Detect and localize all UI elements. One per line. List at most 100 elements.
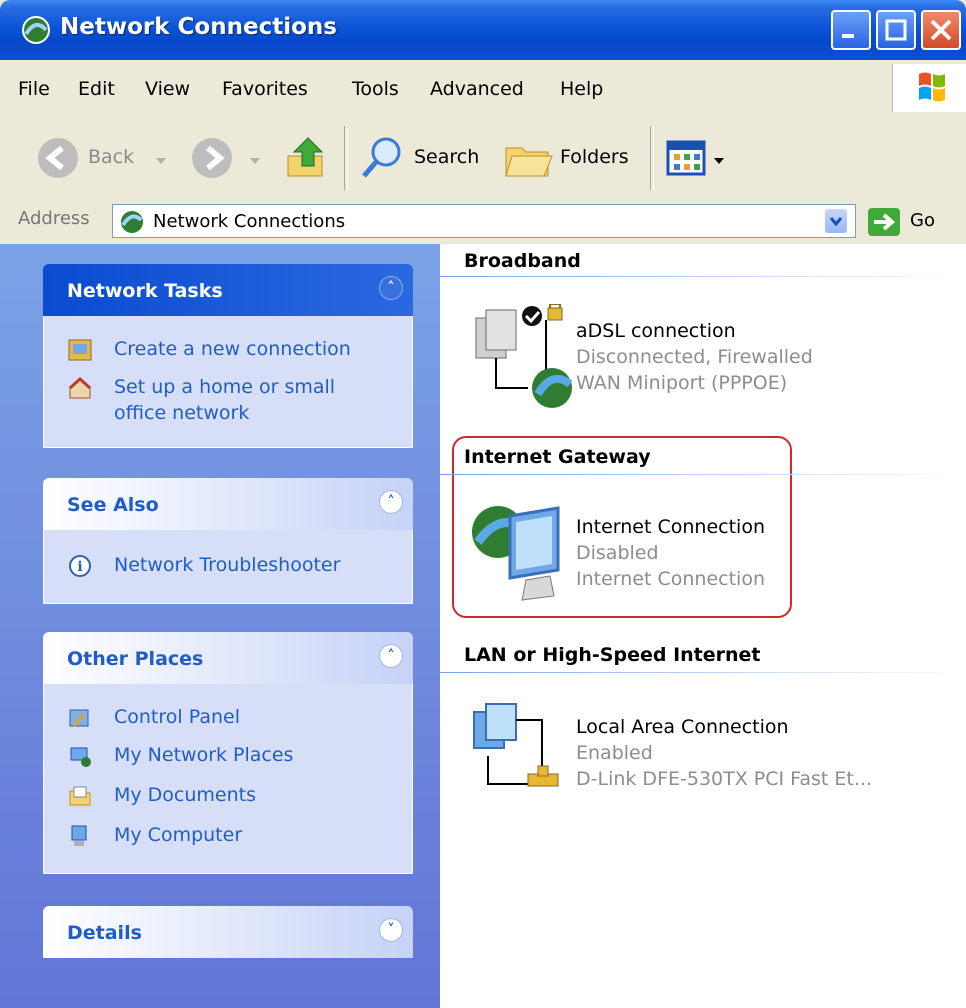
address-value: Network Connections bbox=[153, 211, 346, 232]
go-arrow-icon bbox=[868, 208, 900, 236]
lan-connection-icon bbox=[473, 703, 559, 787]
forward-button[interactable] bbox=[186, 130, 270, 188]
search-label: Search bbox=[414, 146, 480, 168]
connection-device: D-Link DFE-530TX PCI Fast Et... bbox=[576, 768, 872, 790]
forward-arrow-icon bbox=[192, 138, 232, 178]
views-dropdown-icon bbox=[714, 158, 724, 164]
control-panel-icon bbox=[69, 709, 89, 727]
group-broadband: Broadband bbox=[464, 250, 581, 272]
folders-icon bbox=[505, 147, 553, 177]
minimize-icon bbox=[842, 34, 854, 38]
adsl-connection-item[interactable]: aDSL connection Disconnected, Firewalled… bbox=[460, 304, 940, 414]
back-dropdown-icon bbox=[156, 158, 166, 164]
back-label: Back bbox=[88, 146, 135, 168]
network-connections-icon bbox=[121, 211, 143, 233]
collapse-icon[interactable]: ˄ bbox=[379, 644, 403, 668]
menu-edit[interactable]: Edit bbox=[78, 78, 115, 100]
address-bar: Address Network Connections Go bbox=[0, 200, 966, 244]
content-area: Network Tasks ˄ Create a new connection bbox=[0, 244, 966, 1008]
home-network-icon bbox=[68, 376, 92, 399]
group-divider bbox=[440, 672, 966, 673]
folders-label: Folders bbox=[560, 146, 629, 168]
group-internet-gateway: Internet Gateway bbox=[464, 446, 651, 468]
views-icon bbox=[666, 140, 706, 176]
maximize-button[interactable] bbox=[876, 10, 916, 50]
see-also-body: i Network Troubleshooter bbox=[43, 530, 413, 604]
other-places-header[interactable]: Other Places ˄ bbox=[43, 632, 413, 684]
search-icon bbox=[362, 137, 401, 178]
my-documents-icon bbox=[69, 786, 91, 806]
close-icon bbox=[930, 19, 952, 41]
menu-advanced[interactable]: Advanced bbox=[430, 78, 524, 100]
other-places-body: Control Panel My Network Places My Docum… bbox=[43, 684, 413, 874]
group-lan: LAN or High-Speed Internet bbox=[464, 644, 761, 666]
views-button[interactable] bbox=[662, 130, 742, 188]
network-connections-icon bbox=[22, 16, 50, 44]
maximize-icon bbox=[885, 19, 907, 41]
menu-tools[interactable]: Tools bbox=[352, 78, 399, 100]
up-folder-button[interactable] bbox=[280, 130, 334, 188]
minimize-button[interactable] bbox=[831, 10, 871, 50]
svg-text:i: i bbox=[77, 559, 82, 575]
collapse-icon[interactable]: ˄ bbox=[379, 276, 403, 300]
menu-bar: File Edit View Favorites Tools Advanced … bbox=[0, 60, 966, 119]
toolbar-separator bbox=[650, 126, 654, 190]
expand-icon[interactable]: ˅ bbox=[379, 918, 403, 942]
back-arrow-icon bbox=[38, 138, 78, 178]
panel-title: Details bbox=[67, 922, 142, 944]
menu-favorites[interactable]: Favorites bbox=[222, 78, 308, 100]
folders-button[interactable]: Folders bbox=[500, 130, 640, 188]
internet-connection-item[interactable]: Internet Connection Disabled Internet Co… bbox=[460, 500, 940, 610]
network-places-icon bbox=[70, 747, 91, 767]
connection-status: Disabled bbox=[576, 542, 659, 564]
see-also-panel: See Also ˄ i Network Troubleshooter bbox=[43, 478, 413, 604]
help-info-icon: i bbox=[69, 555, 91, 577]
task-pane: Network Tasks ˄ Create a new connection bbox=[0, 244, 440, 1008]
windows-flag-icon bbox=[919, 72, 945, 102]
details-panel: Details ˅ bbox=[43, 906, 413, 958]
window-title: Network Connections bbox=[60, 14, 337, 40]
my-computer-icon bbox=[71, 825, 87, 846]
network-connections-window: Network Connections File Edit View Favor… bbox=[0, 0, 966, 1008]
close-button[interactable] bbox=[921, 10, 961, 50]
menu-help[interactable]: Help bbox=[560, 78, 603, 100]
group-divider bbox=[440, 276, 966, 277]
menu-file[interactable]: File bbox=[18, 78, 50, 100]
connection-status: Enabled bbox=[576, 742, 653, 764]
connection-name: Local Area Connection bbox=[576, 716, 789, 738]
network-tasks-header[interactable]: Network Tasks ˄ bbox=[43, 264, 413, 316]
toolbar: Back Search Folders bbox=[0, 118, 966, 201]
panel-title: Network Tasks bbox=[67, 280, 223, 302]
network-tasks-panel: Network Tasks ˄ Create a new connection bbox=[43, 264, 413, 448]
network-tasks-body: Create a new connection Set up a home or… bbox=[43, 316, 413, 448]
up-folder-icon bbox=[287, 137, 324, 177]
connection-device: Internet Connection bbox=[576, 568, 765, 590]
chevron-down-icon bbox=[829, 217, 843, 227]
go-button[interactable]: Go bbox=[862, 206, 962, 238]
collapse-icon[interactable]: ˄ bbox=[379, 490, 403, 514]
windows-logo bbox=[892, 64, 966, 112]
forward-dropdown-icon bbox=[250, 158, 260, 164]
see-also-header[interactable]: See Also ˄ bbox=[43, 478, 413, 530]
connections-list: Broadband aDSL connection Disconnected, … bbox=[440, 244, 966, 1008]
new-connection-icon bbox=[68, 339, 92, 361]
connection-device: WAN Miniport (PPPOE) bbox=[576, 372, 788, 394]
internet-gateway-icon bbox=[472, 506, 560, 601]
menu-view[interactable]: View bbox=[145, 78, 190, 100]
address-field[interactable]: Network Connections bbox=[112, 204, 856, 238]
details-header[interactable]: Details ˅ bbox=[43, 906, 413, 958]
search-button[interactable]: Search bbox=[356, 130, 496, 188]
other-places-panel: Other Places ˄ Control Panel My Network … bbox=[43, 632, 413, 874]
address-dropdown-button[interactable] bbox=[825, 209, 847, 233]
panel-title: See Also bbox=[67, 494, 159, 516]
back-button[interactable]: Back bbox=[30, 130, 180, 188]
connection-status: Disconnected, Firewalled bbox=[576, 346, 813, 368]
local-area-connection-item[interactable]: Local Area Connection Enabled D-Link DFE… bbox=[460, 700, 940, 810]
toolbar-separator bbox=[344, 126, 348, 190]
title-bar[interactable]: Network Connections bbox=[0, 0, 966, 60]
connection-name: aDSL connection bbox=[576, 320, 736, 342]
group-divider bbox=[440, 474, 966, 475]
go-label: Go bbox=[910, 210, 935, 231]
broadband-connection-icon bbox=[475, 304, 573, 408]
address-label: Address bbox=[18, 208, 90, 229]
